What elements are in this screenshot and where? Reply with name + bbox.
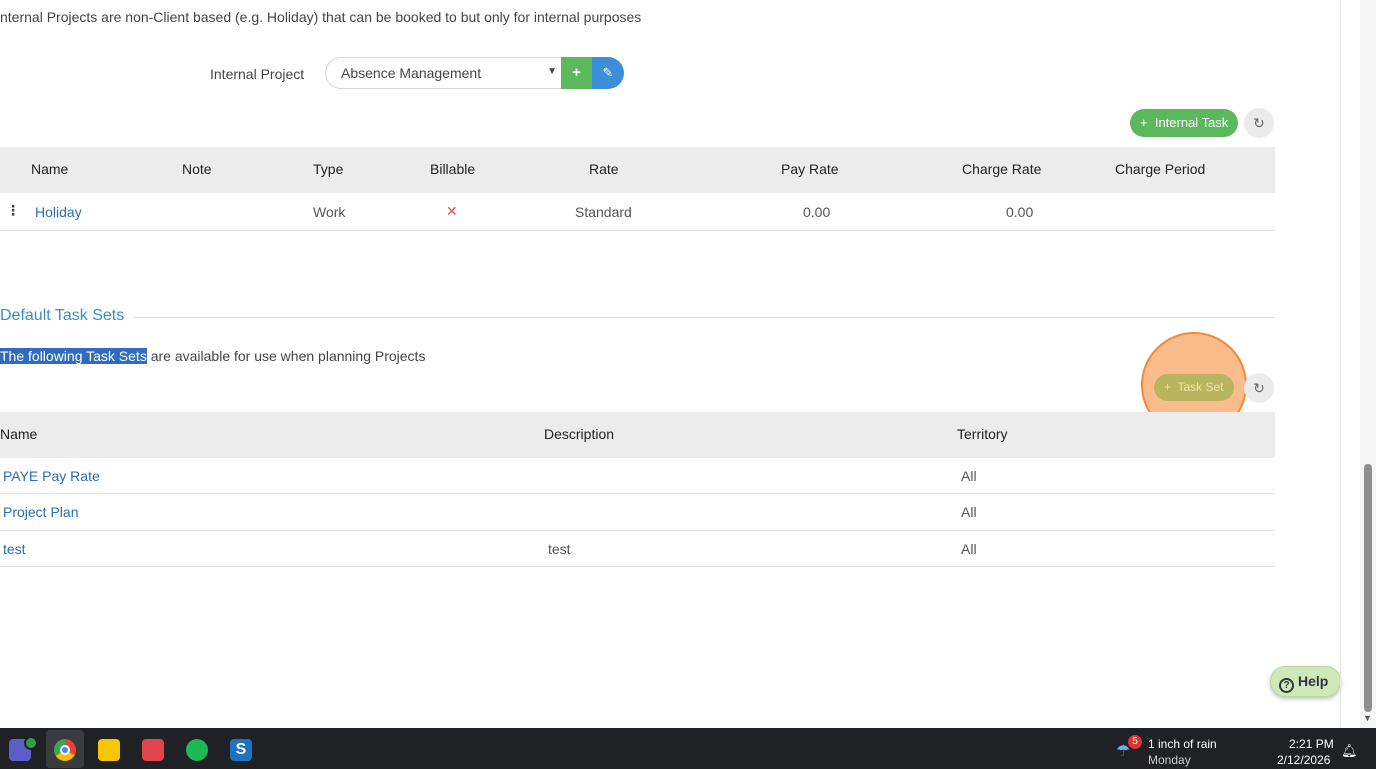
- row-menu-icon[interactable]: ⋮: [6, 202, 20, 219]
- task-set-name-link[interactable]: PAYE Pay Rate: [3, 468, 100, 484]
- task-set-territory: All: [961, 468, 977, 484]
- row-divider: [0, 230, 1275, 231]
- col-charge-rate: Charge Rate: [962, 161, 1042, 177]
- col-type: Type: [313, 161, 344, 177]
- internal-project-label: Internal Project: [210, 66, 305, 82]
- task-set-description: test: [548, 541, 571, 557]
- plus-icon: +: [572, 64, 581, 81]
- add-internal-task-button[interactable]: + Internal Task: [1130, 109, 1239, 137]
- task-sets-table-header: Name Description Territory: [0, 412, 1275, 458]
- section-divider: [134, 317, 1275, 318]
- table-row: Project Plan All: [0, 494, 1275, 530]
- task-name-link[interactable]: Holiday: [35, 204, 82, 220]
- add-internal-project-button[interactable]: +: [561, 57, 592, 89]
- col-name: Name: [0, 426, 38, 442]
- internal-projects-intro: nternal Projects are non-Client based (e…: [0, 9, 642, 25]
- task-sets-description-rest: are available for use when planning Proj…: [146, 348, 426, 364]
- col-pay-rate: Pay Rate: [781, 161, 839, 177]
- task-pay-rate: 0.00: [803, 204, 831, 220]
- table-row: test test All: [0, 531, 1275, 567]
- task-set-territory: All: [961, 541, 977, 557]
- internal-project-selected-value: Absence Management: [341, 65, 482, 81]
- pencil-icon: ✎: [602, 65, 614, 80]
- task-set-name-link[interactable]: test: [3, 541, 26, 557]
- refresh-icon: ↻: [1253, 115, 1265, 131]
- selected-text: The following Task Sets: [0, 348, 147, 364]
- section-title: Default Task Sets: [0, 307, 125, 324]
- row-divider: [0, 566, 1275, 567]
- col-rate: Rate: [589, 161, 619, 177]
- task-sets-description: The following Task Sets are available fo…: [0, 348, 425, 364]
- edit-internal-project-button[interactable]: ✎: [592, 57, 624, 89]
- refresh-task-sets-button[interactable]: ↻: [1244, 373, 1274, 403]
- scrollbar-thumb[interactable]: [1364, 464, 1372, 712]
- refresh-tasks-button[interactable]: ↻: [1244, 108, 1274, 138]
- col-description: Description: [544, 426, 615, 442]
- weather-day: Monday: [1148, 753, 1191, 767]
- col-name: Name: [31, 161, 69, 177]
- teams-status-icon: [24, 736, 38, 750]
- col-note: Note: [182, 161, 212, 177]
- spotify-icon[interactable]: [186, 739, 208, 761]
- sticky-notes-icon[interactable]: [98, 739, 120, 761]
- task-set-territory: All: [961, 504, 977, 520]
- weather-badge: 5: [1128, 735, 1142, 749]
- clock-date[interactable]: 2/12/2026: [1277, 753, 1330, 767]
- col-territory: Territory: [957, 426, 1008, 442]
- refresh-icon: ↻: [1253, 380, 1265, 396]
- not-billable-icon: ✕: [446, 203, 458, 219]
- help-label: Help: [1298, 673, 1329, 689]
- add-task-set-label: Task Set: [1177, 380, 1224, 394]
- scroll-down-arrow-icon[interactable]: ▼: [1363, 713, 1372, 723]
- task-charge-rate: 0.00: [1006, 204, 1034, 220]
- todoist-icon[interactable]: [142, 739, 164, 761]
- col-charge-period: Charge Period: [1115, 161, 1206, 177]
- add-task-set-button[interactable]: + Task Set: [1154, 374, 1234, 401]
- notification-bell-icon[interactable]: 🔔︎: [1341, 743, 1358, 759]
- internal-project-select[interactable]: Absence Management ▼: [325, 57, 561, 89]
- task-set-name-link[interactable]: Project Plan: [3, 504, 78, 520]
- task-type: Work: [313, 204, 346, 220]
- content-edge: [1340, 0, 1341, 728]
- plus-icon: +: [1164, 380, 1172, 394]
- chrome-center-icon: [60, 745, 70, 755]
- add-internal-task-label: Internal Task: [1154, 115, 1229, 130]
- tasks-table-header: Name Note Type Billable Rate Pay Rate Ch…: [0, 147, 1275, 193]
- col-billable: Billable: [430, 161, 476, 177]
- plus-icon: +: [1140, 115, 1148, 130]
- weather-summary[interactable]: 1 inch of rain: [1148, 737, 1217, 751]
- table-row: PAYE Pay Rate All: [0, 458, 1275, 494]
- table-row: ⋮ Holiday Work ✕ Standard 0.00 0.00: [0, 193, 1275, 230]
- chevron-down-icon: ▼: [547, 66, 557, 77]
- question-icon: ?: [1279, 678, 1294, 693]
- clock-time[interactable]: 2:21 PM: [1289, 737, 1334, 751]
- help-button[interactable]: ? Help: [1270, 666, 1341, 697]
- task-rate: Standard: [575, 204, 632, 220]
- snagit-icon[interactable]: S: [230, 739, 252, 761]
